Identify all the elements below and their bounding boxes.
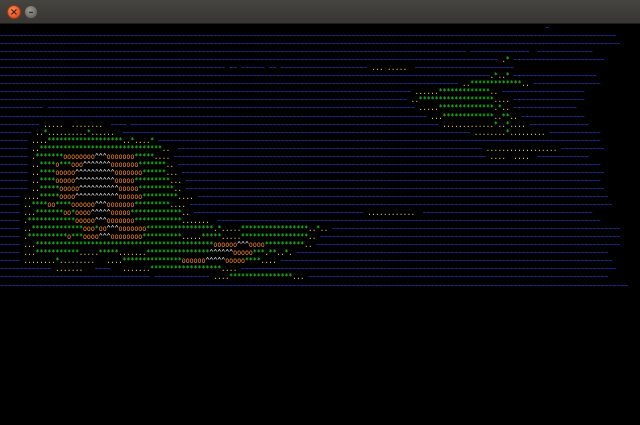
ascii-map-art: ~ ~~~~~~~~~~~~~~~~~~~~~~~~~~~~~~~~~~~~~~… bbox=[0, 24, 628, 290]
art-line: ~~~~~~~~~~~~~~~~~~~~~~~~~~~~~~~~~~~~~~~~… bbox=[0, 280, 629, 290]
terminal-output: ~ ~~~~~~~~~~~~~~~~~~~~~~~~~~~~~~~~~~~~~~… bbox=[0, 24, 640, 425]
close-icon[interactable]: × bbox=[7, 5, 21, 19]
title-bar: × – bbox=[0, 0, 640, 24]
minimize-icon[interactable]: – bbox=[24, 5, 38, 19]
